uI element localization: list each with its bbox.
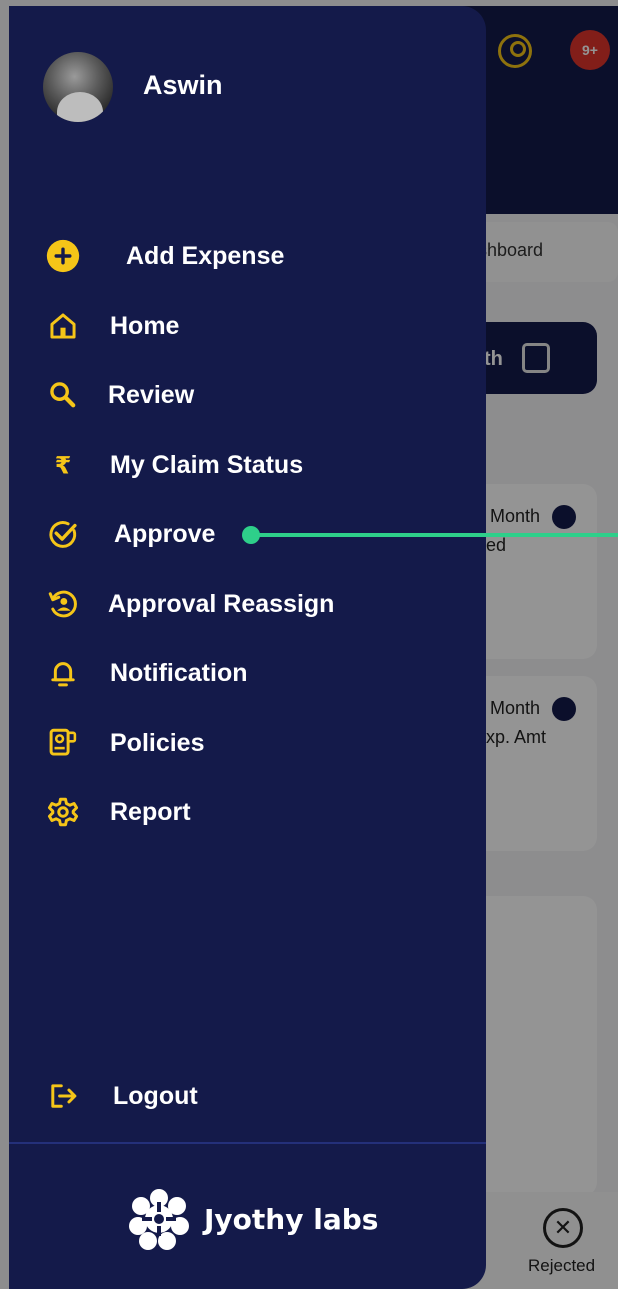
menu-item-review[interactable]: Review (43, 373, 194, 417)
menu-item-report[interactable]: Report (43, 790, 191, 834)
rupee-icon: ₹ (43, 445, 83, 485)
menu-item-notification[interactable]: Notification (43, 651, 248, 695)
menu-item-label: Add Expense (126, 241, 285, 270)
divider (9, 1142, 486, 1144)
reassign-icon (43, 584, 83, 624)
menu-item-label: Approval Reassign (108, 589, 335, 618)
menu-item-approval-reassign[interactable]: Approval Reassign (43, 582, 334, 626)
annotation-pointer-line (250, 533, 618, 537)
menu-item-label: My Claim Status (110, 450, 304, 479)
menu-item-label: Notification (110, 658, 248, 687)
menu-item-approve[interactable]: Approve (43, 512, 215, 556)
svg-text:₹: ₹ (55, 452, 72, 480)
annotation-pointer-dot (242, 526, 260, 544)
user-name: Aswin (143, 70, 223, 100)
brand-footer: Jyothy labs (126, 1186, 378, 1252)
menu-item-label: Report (110, 797, 191, 826)
policy-icon (43, 723, 83, 763)
plus-circle-icon (43, 236, 83, 276)
menu-item-home[interactable]: Home (43, 304, 179, 348)
brand-name: Jyothy labs (204, 1202, 379, 1236)
menu-item-claim-status[interactable]: ₹ My Claim Status (43, 443, 303, 487)
menu-item-label: Policies (110, 728, 205, 757)
menu-item-label: Review (108, 380, 195, 409)
menu-item-label: Logout (113, 1081, 198, 1110)
menu-item-add-expense[interactable]: Add Expense (43, 234, 284, 278)
logout-button[interactable]: Logout (43, 1074, 198, 1118)
gear-icon (43, 792, 83, 832)
logout-icon (43, 1076, 83, 1116)
home-icon (43, 306, 83, 346)
menu-item-label: Approve (114, 519, 216, 548)
search-icon (43, 375, 83, 415)
menu-item-policies[interactable]: Policies (43, 721, 205, 765)
menu-item-label: Home (110, 311, 180, 340)
navigation-drawer: Aswin Add Expense Home Review ₹ My Claim… (9, 6, 486, 1289)
bell-icon (43, 653, 83, 693)
check-badge-icon (43, 514, 83, 554)
avatar[interactable] (43, 52, 113, 122)
jyothy-logo-icon (129, 1189, 189, 1250)
